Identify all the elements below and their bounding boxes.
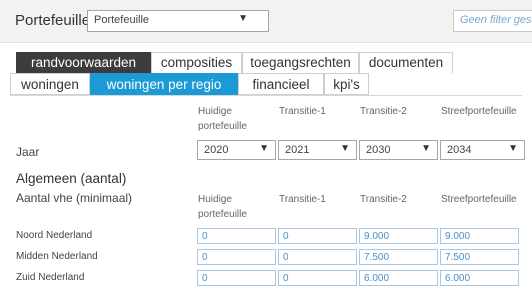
value-input[interactable]: 0 xyxy=(197,270,276,286)
jaar-value: 2030 xyxy=(366,144,391,156)
col-huidige: Huidige portefeuille xyxy=(198,106,247,132)
value-input[interactable]: 0 xyxy=(197,249,276,265)
value-input[interactable]: 0 xyxy=(278,249,357,265)
chevron-down-icon: ▼ xyxy=(238,13,248,24)
value-input[interactable]: 6.000 xyxy=(440,270,519,286)
value-input[interactable]: 0 xyxy=(278,228,357,244)
chevron-down-icon: ▼ xyxy=(340,143,350,154)
col-transitie-2: Transitie-2 xyxy=(360,106,407,117)
jaar-value: 2020 xyxy=(204,144,229,156)
col-huidige: Huidige portefeuille xyxy=(198,194,247,220)
jaar-label: Jaar xyxy=(16,145,40,159)
tab-woningen-per-regio[interactable]: woningen per regio xyxy=(90,73,238,95)
tab-kpis[interactable]: kpi's xyxy=(324,73,369,95)
jaar-select-huidige[interactable]: 2020 ▼ xyxy=(197,140,276,160)
col-transitie-1: Transitie-1 xyxy=(279,194,326,205)
value-input[interactable]: 9.000 xyxy=(359,228,438,244)
col-streefportefeuille: Streefportefeuille xyxy=(441,194,517,205)
tab-woningen[interactable]: woningen xyxy=(10,73,90,95)
value-input[interactable]: 0 xyxy=(278,270,357,286)
chevron-down-icon: ▼ xyxy=(421,143,431,154)
filter-placeholder: Geen filter geselecteerd xyxy=(460,14,532,26)
col-transitie-1: Transitie-1 xyxy=(279,106,326,117)
col-transitie-2: Transitie-2 xyxy=(360,194,407,205)
top-bar: Portefeuille Portefeuille ▼ Geen filter … xyxy=(0,0,532,43)
tab-financieel[interactable]: financieel xyxy=(238,73,324,95)
subsection-title: Aantal vhe (minimaal) xyxy=(16,191,133,205)
jaar-select-transitie-1[interactable]: 2021 ▼ xyxy=(278,140,357,160)
jaar-value: 2034 xyxy=(447,144,472,156)
value-input[interactable]: 6.000 xyxy=(359,270,438,286)
tab-composities[interactable]: composities xyxy=(151,52,242,73)
value-input[interactable]: 7.500 xyxy=(440,249,519,265)
portfolio-select[interactable]: Portefeuille ▼ xyxy=(87,10,269,32)
portfolio-select-value: Portefeuille xyxy=(94,14,150,26)
value-input[interactable]: 9.000 xyxy=(440,228,519,244)
tab-randvoorwaarden[interactable]: randvoorwaarden xyxy=(16,52,151,73)
tab-documenten[interactable]: documenten xyxy=(359,52,453,73)
jaar-select-streef[interactable]: 2034 ▼ xyxy=(440,140,525,160)
portfolio-label: Portefeuille xyxy=(15,12,91,29)
chevron-down-icon: ▼ xyxy=(508,143,518,154)
jaar-value: 2021 xyxy=(285,144,310,156)
row-label: Noord Nederland xyxy=(16,230,93,241)
tab-divider xyxy=(10,95,522,96)
filter-input[interactable]: Geen filter geselecteerd xyxy=(453,10,532,32)
row-label: Midden Nederland xyxy=(16,251,98,262)
value-input[interactable]: 0 xyxy=(197,228,276,244)
section-title: Algemeen (aantal) xyxy=(16,171,127,186)
chevron-down-icon: ▼ xyxy=(259,143,269,154)
tab-toegangsrechten[interactable]: toegangsrechten xyxy=(242,52,359,73)
col-streefportefeuille: Streefportefeuille xyxy=(441,106,517,117)
jaar-select-transitie-2[interactable]: 2030 ▼ xyxy=(359,140,438,160)
row-label: Zuid Nederland xyxy=(16,272,85,283)
value-input[interactable]: 7.500 xyxy=(359,249,438,265)
